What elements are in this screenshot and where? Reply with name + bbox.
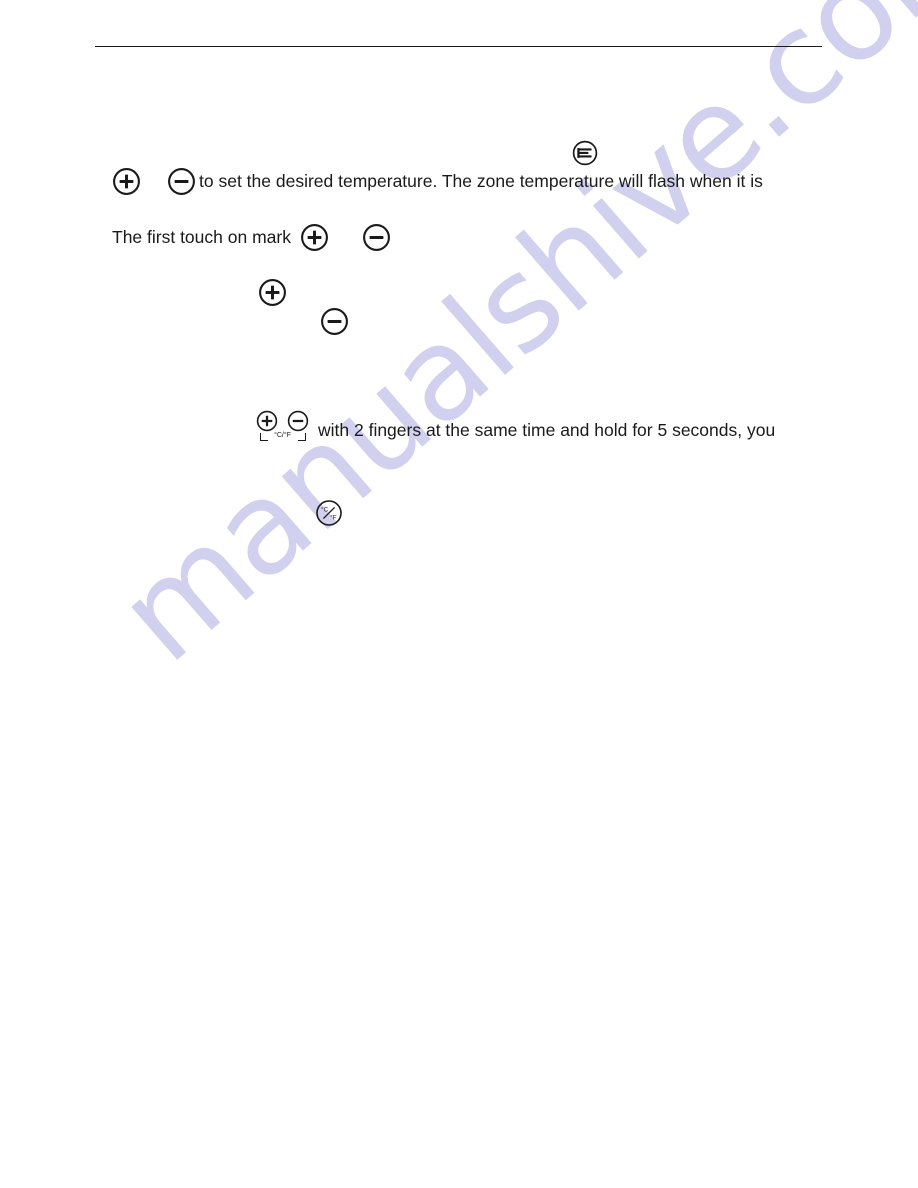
minus-circle-icon[interactable]: [287, 410, 309, 432]
minus-circle-icon[interactable]: [167, 167, 196, 196]
instruction-text-1: to set the desired temperature. The zone…: [199, 170, 763, 191]
instruction-text-3: with 2 fingers at the same time and hold…: [318, 420, 776, 440]
minus-circle-icon[interactable]: [320, 307, 349, 336]
plus-circle-icon[interactable]: [258, 278, 287, 307]
plus-circle-icon[interactable]: [256, 410, 278, 432]
header-rule: [95, 46, 822, 47]
celsius-fahrenheit-bracket: °C/°F: [259, 432, 306, 445]
plus-circle-icon[interactable]: [112, 167, 141, 196]
instruction-row-1: to set the desired temperature. The zone…: [112, 167, 763, 196]
instruction-row-2: The first touch on mark: [112, 223, 391, 252]
celsius-fahrenheit-combo: °C/°F: [256, 410, 309, 445]
instruction-text-2: The first touch on mark: [112, 226, 291, 247]
minus-circle-icon[interactable]: [362, 223, 391, 252]
celsius-fahrenheit-circle-icon[interactable]: °C °F: [315, 499, 343, 527]
celsius-fahrenheit-icons: [256, 410, 309, 432]
page-content: to set the desired temperature. The zone…: [0, 0, 918, 1188]
plus-circle-icon[interactable]: [300, 223, 329, 252]
svg-text:°C: °C: [321, 506, 328, 513]
svg-text:°F: °F: [330, 515, 336, 522]
list-circle-icon: [572, 140, 598, 166]
bracket-label: °C/°F: [274, 432, 291, 439]
document-page: manualshive.com to set the desired tempe…: [0, 0, 918, 1188]
